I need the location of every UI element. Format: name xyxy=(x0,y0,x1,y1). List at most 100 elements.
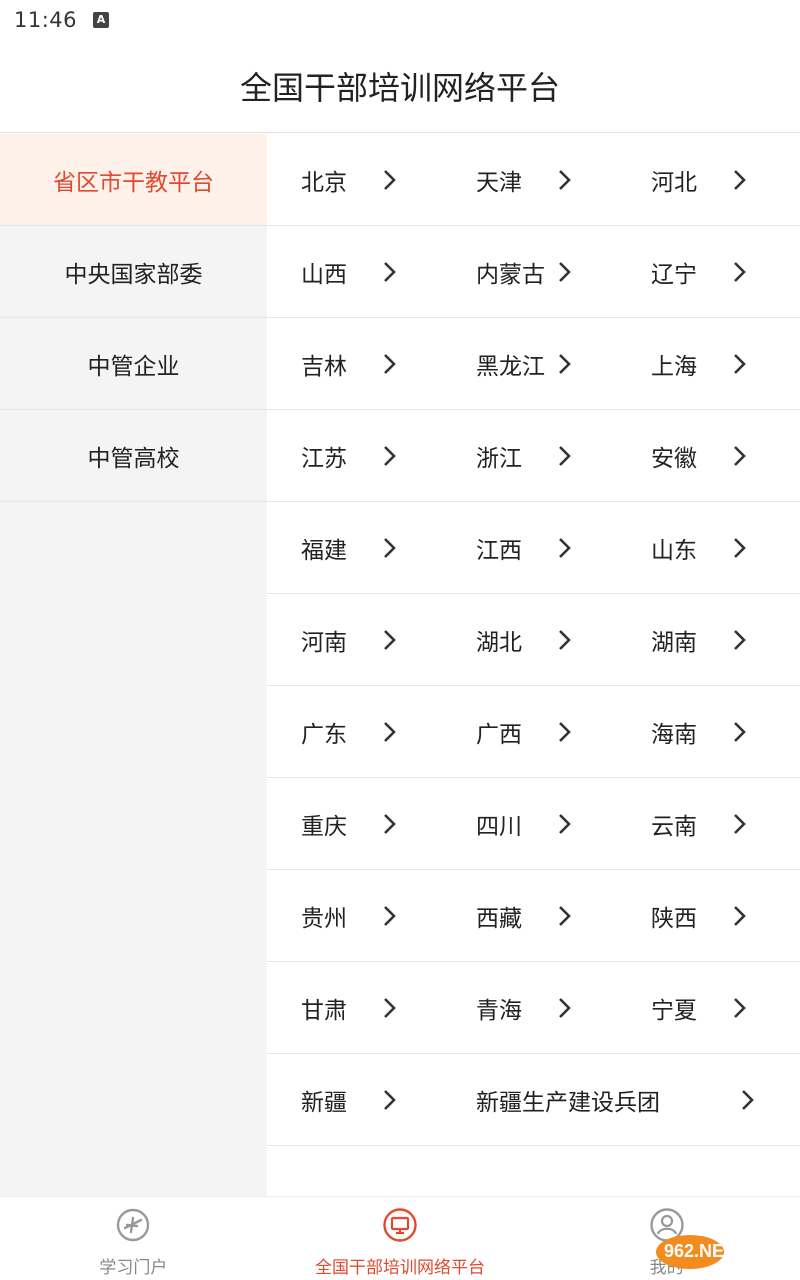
province-label: 福建 xyxy=(301,537,347,564)
chevron-right-icon xyxy=(559,170,571,190)
province-cell[interactable]: 云南 xyxy=(617,778,792,869)
province-label: 内蒙古 xyxy=(476,261,545,288)
sidebar-item-label: 中管高校 xyxy=(87,445,180,472)
province-cell[interactable]: 山东 xyxy=(617,502,792,593)
province-cell[interactable]: 安徽 xyxy=(617,410,792,501)
province-cell[interactable]: 广东 xyxy=(267,686,442,777)
province-cell[interactable]: 湖北 xyxy=(442,594,617,685)
chevron-right-icon xyxy=(734,170,746,190)
nav-label: 学习门户 xyxy=(99,1258,168,1278)
province-cell[interactable]: 新疆 xyxy=(267,1054,442,1145)
province-cell[interactable]: 江苏 xyxy=(267,410,442,501)
province-cell[interactable]: 天津 xyxy=(442,134,617,225)
sidebar-item-label: 中央国家部委 xyxy=(64,261,203,288)
status-time: 11:46 xyxy=(14,8,78,32)
chevron-right-icon xyxy=(559,630,571,650)
sidebar: 省区市干教平台 中央国家部委 中管企业 中管高校 xyxy=(0,134,267,1196)
grid-row: 山西 内蒙古 辽宁 xyxy=(267,226,800,318)
chevron-right-icon xyxy=(384,722,396,742)
province-label: 宁夏 xyxy=(651,997,697,1024)
grid-row: 江苏 浙江 安徽 xyxy=(267,410,800,502)
chevron-right-icon xyxy=(559,354,571,374)
nav-platform[interactable]: 全国干部培训网络平台 xyxy=(267,1197,534,1280)
grid-row: 贵州 西藏 陕西 xyxy=(267,870,800,962)
province-cell[interactable]: 广西 xyxy=(442,686,617,777)
sidebar-item-provincial[interactable]: 省区市干教平台 xyxy=(0,134,267,226)
province-cell[interactable]: 海南 xyxy=(617,686,792,777)
province-label: 山东 xyxy=(651,537,697,564)
chevron-right-icon xyxy=(559,906,571,926)
sidebar-item-central-ministries[interactable]: 中央国家部委 xyxy=(0,226,267,318)
province-label: 浙江 xyxy=(476,445,522,472)
province-cell[interactable]: 山西 xyxy=(267,226,442,317)
chevron-right-icon xyxy=(384,906,396,926)
province-cell[interactable]: 河南 xyxy=(267,594,442,685)
province-label: 黑龙江 xyxy=(476,353,545,380)
province-label: 河北 xyxy=(651,169,697,196)
province-cell[interactable]: 吉林 xyxy=(267,318,442,409)
grid-row: 重庆 四川 云南 xyxy=(267,778,800,870)
province-cell[interactable]: 青海 xyxy=(442,962,617,1053)
province-label: 江苏 xyxy=(301,445,347,472)
province-cell[interactable]: 江西 xyxy=(442,502,617,593)
province-label: 广西 xyxy=(476,721,522,748)
province-cell[interactable]: 甘肃 xyxy=(267,962,442,1053)
app-header: 全国干部培训网络平台 xyxy=(0,44,800,133)
grid-row: 河南 湖北 湖南 xyxy=(267,594,800,686)
chevron-right-icon xyxy=(384,538,396,558)
province-cell[interactable]: 贵州 xyxy=(267,870,442,961)
chevron-right-icon xyxy=(559,814,571,834)
province-cell[interactable]: 河北 xyxy=(617,134,792,225)
plane-icon xyxy=(117,1208,150,1242)
province-cell[interactable]: 内蒙古 xyxy=(442,226,617,317)
province-label: 山西 xyxy=(301,261,347,288)
watermark-logo: 962.NET 乐游网 xyxy=(656,1235,770,1271)
province-cell[interactable]: 陕西 xyxy=(617,870,792,961)
province-cell[interactable]: 四川 xyxy=(442,778,617,869)
chevron-right-icon xyxy=(742,1090,754,1110)
chevron-right-icon xyxy=(734,538,746,558)
grid-row: 吉林 黑龙江 上海 xyxy=(267,318,800,410)
keyboard-a-icon: A xyxy=(93,12,109,28)
province-cell[interactable]: 新疆生产建设兵团 xyxy=(442,1054,800,1145)
chevron-right-icon xyxy=(734,630,746,650)
province-label: 吉林 xyxy=(301,353,347,380)
sidebar-item-label: 中管企业 xyxy=(87,353,180,380)
province-label: 西藏 xyxy=(476,905,522,932)
status-bar: 11:46 A xyxy=(0,0,800,44)
grid-row: 北京 天津 河北 xyxy=(267,134,800,226)
province-label: 新疆生产建设兵团 xyxy=(476,1089,660,1116)
province-cell[interactable]: 北京 xyxy=(267,134,442,225)
grid-row: 甘肃 青海 宁夏 xyxy=(267,962,800,1054)
province-cell[interactable]: 上海 xyxy=(617,318,792,409)
province-cell[interactable]: 宁夏 xyxy=(617,962,792,1053)
province-label: 青海 xyxy=(476,997,522,1024)
province-label: 海南 xyxy=(651,721,697,748)
province-cell[interactable]: 西藏 xyxy=(442,870,617,961)
sidebar-item-central-enterprises[interactable]: 中管企业 xyxy=(0,318,267,410)
chevron-right-icon xyxy=(734,998,746,1018)
province-label: 甘肃 xyxy=(301,997,347,1024)
province-cell[interactable]: 辽宁 xyxy=(617,226,792,317)
province-cell[interactable]: 湖南 xyxy=(617,594,792,685)
province-label: 北京 xyxy=(301,169,347,196)
province-cell[interactable]: 浙江 xyxy=(442,410,617,501)
monitor-icon xyxy=(383,1208,417,1242)
province-cell[interactable]: 福建 xyxy=(267,502,442,593)
chevron-right-icon xyxy=(384,630,396,650)
province-label: 安徽 xyxy=(651,445,697,472)
province-cell[interactable]: 重庆 xyxy=(267,778,442,869)
chevron-right-icon xyxy=(384,354,396,374)
chevron-right-icon xyxy=(559,446,571,466)
chevron-right-icon xyxy=(384,446,396,466)
province-label: 湖南 xyxy=(651,629,697,656)
province-grid: 北京 天津 河北 山西 内蒙古 辽宁 吉林 黑龙江 上海 江苏 浙江 安徽 福建… xyxy=(267,134,800,1196)
province-cell[interactable]: 黑龙江 xyxy=(442,318,617,409)
province-label: 云南 xyxy=(651,813,697,840)
province-label: 四川 xyxy=(476,813,522,840)
nav-learning-portal[interactable]: 学习门户 xyxy=(0,1197,267,1280)
sidebar-item-central-universities[interactable]: 中管高校 xyxy=(0,410,267,502)
chevron-right-icon xyxy=(734,262,746,282)
province-label: 江西 xyxy=(476,537,522,564)
chevron-right-icon xyxy=(559,262,571,282)
